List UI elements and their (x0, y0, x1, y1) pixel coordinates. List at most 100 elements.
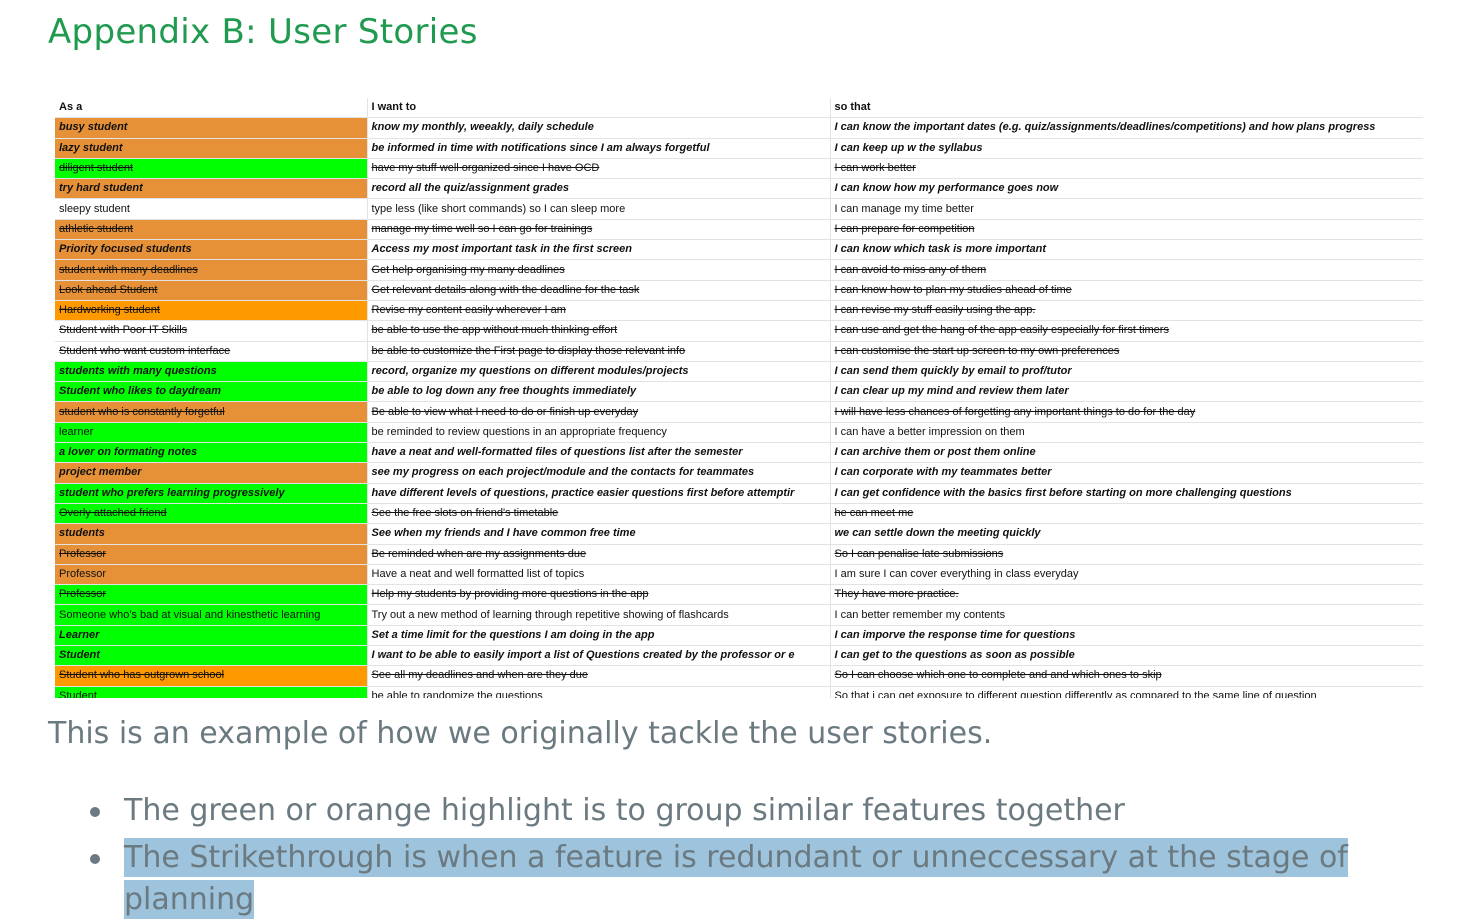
i-want-to-cell: have my stuff well organized since I hav… (367, 158, 831, 180)
i-want-to-cell: Set a time limit for the questions I am … (367, 625, 831, 647)
table-row: Look ahead Student Get relevant details a… (55, 280, 1423, 301)
table-row: busy student know my monthly, weeakly, da… (55, 117, 1423, 139)
as-a-cell: Professor (55, 584, 368, 606)
table-row: Priority focused students Access my most … (55, 239, 1423, 261)
table-row: Professor Help my students by providing m… (55, 584, 1423, 606)
so-that-cell: I can know the important dates (e.g. qui… (830, 117, 1423, 139)
table-row: Student who likes to daydream be able to … (55, 381, 1423, 403)
so-that-cell: I can get to the questions as soon as po… (830, 645, 1423, 667)
as-a-cell: diligent student (55, 158, 368, 180)
as-a-cell: lazy student (55, 138, 368, 159)
table-row: student who prefers learning progressive… (55, 483, 1423, 504)
so-that-cell: They have more practice. (830, 584, 1423, 606)
as-a-cell: Someone who's bad at visual and kinesthe… (55, 604, 368, 626)
i-want-to-cell: see my progress on each project/module a… (367, 462, 831, 484)
as-a-cell: students (55, 523, 368, 545)
as-a-cell: student with many deadlines (55, 259, 368, 281)
i-want-to-cell: See when my friends and I have common fr… (367, 523, 831, 545)
as-a-cell: student who is constantly forgetful (55, 401, 368, 423)
table-row: Hardworking student Revise my content eas… (55, 300, 1423, 322)
as-a-cell: sleepy student (55, 198, 368, 220)
so-that-cell: I can avoid to miss any of them (830, 259, 1423, 281)
header-so-that: so that (830, 98, 1423, 119)
table-row: student with many deadlines Get help orga… (55, 259, 1423, 281)
so-that-cell: So I can penalise late submissions (830, 544, 1423, 565)
table-row: Student who want custom interface be able… (55, 341, 1423, 362)
as-a-cell: project member (55, 462, 368, 484)
as-a-cell: Overly attached friend (55, 503, 368, 525)
so-that-cell: I will have less chances of forgetting a… (830, 401, 1423, 423)
as-a-cell: Professor (55, 564, 368, 586)
i-want-to-cell: Try out a new method of learning through… (367, 604, 831, 626)
table-row: lazy student be informed in time with not… (55, 138, 1423, 159)
i-want-to-cell: be reminded to review questions in an ap… (367, 422, 831, 444)
so-that-cell: I can get confidence with the basics fir… (830, 483, 1423, 504)
so-that-cell: I can send them quickly by email to prof… (830, 361, 1423, 383)
table-row: try hard student record all the quiz/assi… (55, 178, 1423, 200)
so-that-cell: we can settle down the meeting quickly (830, 523, 1423, 545)
i-want-to-cell: be informed in time with notifications s… (367, 138, 831, 159)
i-want-to-cell: Help my students by providing more quest… (367, 584, 831, 606)
so-that-cell: I can use and get the hang of the app ea… (830, 320, 1423, 342)
header-i-want-to: I want to (367, 98, 831, 119)
i-want-to-cell: have different levels of questions, prac… (367, 483, 831, 504)
user-stories-sheet-image: As a I want to so that busy student know … (55, 98, 1423, 698)
i-want-to-cell: have a neat and well-formatted files of … (367, 442, 831, 464)
i-want-to-cell: be able to log down any free thoughts im… (367, 381, 831, 403)
table-header-row: As a I want to so that (55, 98, 1423, 119)
so-that-cell: I can manage my time better (830, 198, 1423, 220)
table-row: Overly attached friend See the free slots… (55, 503, 1423, 525)
so-that-cell: I am sure I can cover everything in clas… (830, 564, 1423, 586)
as-a-cell: busy student (55, 117, 368, 139)
bullet-icon (90, 807, 100, 817)
so-that-cell: I can revise my stuff easily using the a… (830, 300, 1423, 322)
as-a-cell: Student (55, 686, 368, 698)
so-that-cell: I can work better (830, 158, 1423, 180)
as-a-cell: Learner (55, 625, 368, 647)
table-row: Professor Be reminded when are my assignm… (55, 544, 1423, 565)
notes-list: The green or orange highlight is to grou… (48, 790, 1462, 919)
i-want-to-cell: See the free slots on friend's timetable (367, 503, 831, 525)
as-a-cell: a lover on formating notes (55, 442, 368, 464)
table-row: student who is constantly forgetful Be ab… (55, 401, 1423, 423)
i-want-to-cell: know my monthly, weeakly, daily schedule (367, 117, 831, 139)
i-want-to-cell: manage my time well so I can go for trai… (367, 219, 831, 241)
so-that-cell: I can better remember my contents (830, 604, 1423, 626)
table-row: Student I want to be able to easily impor… (55, 645, 1423, 667)
i-want-to-cell: Get relevant details along with the dead… (367, 280, 831, 301)
so-that-cell: I can keep up w the syllabus (830, 138, 1423, 159)
user-stories-table: As a I want to so that busy student know … (55, 98, 1423, 698)
table-row: project member see my progress on each pr… (55, 462, 1423, 484)
table-row: Professor Have a neat and well formatted … (55, 564, 1423, 586)
as-a-cell: Student who has outgrown school (55, 665, 368, 687)
so-that-cell: I can imporve the response time for ques… (830, 625, 1423, 647)
i-want-to-cell: I want to be able to easily import a lis… (367, 645, 831, 667)
i-want-to-cell: Access my most important task in the fir… (367, 239, 831, 261)
table-row: Learner Set a time limit for the question… (55, 625, 1423, 647)
i-want-to-cell: type less (like short commands) so I can… (367, 198, 831, 220)
as-a-cell: Student (55, 645, 368, 667)
bullet-icon (90, 854, 100, 864)
i-want-to-cell: be able to use the app without much thin… (367, 320, 831, 342)
as-a-cell: Student with Poor IT Skills (55, 320, 368, 342)
selected-note-text: The Strikethrough is when a feature is r… (124, 838, 1348, 919)
table-row: athletic student manage my time well so I… (55, 219, 1423, 241)
so-that-cell: I can prepare for competition (830, 219, 1423, 241)
note-item: The green or orange highlight is to grou… (48, 790, 1462, 837)
as-a-cell: Student who likes to daydream (55, 381, 368, 403)
note-text: The green or orange highlight is to grou… (124, 793, 1125, 828)
so-that-cell: I can know which task is more important (830, 239, 1423, 261)
i-want-to-cell: record, organize my questions on differe… (367, 361, 831, 383)
header-as-a: As a (55, 98, 368, 119)
i-want-to-cell: be able to customize the First page to d… (367, 341, 831, 362)
i-want-to-cell: Be able to view what I need to do or fin… (367, 401, 831, 423)
so-that-cell: I can know how my performance goes now (830, 178, 1423, 200)
i-want-to-cell: See all my deadlines and when are they d… (367, 665, 831, 687)
so-that-cell: I can know how to plan my studies ahead … (830, 280, 1423, 301)
table-row: diligent student have my stuff well organ… (55, 158, 1423, 180)
so-that-cell: I can have a better impression on them (830, 422, 1423, 444)
table-row: learner be reminded to review questions i… (55, 422, 1423, 444)
note-item: The Strikethrough is when a feature is r… (48, 837, 1462, 919)
i-want-to-cell: Get help organising my many deadlines (367, 259, 831, 281)
so-that-cell: I can customise the start up screen to m… (830, 341, 1423, 362)
